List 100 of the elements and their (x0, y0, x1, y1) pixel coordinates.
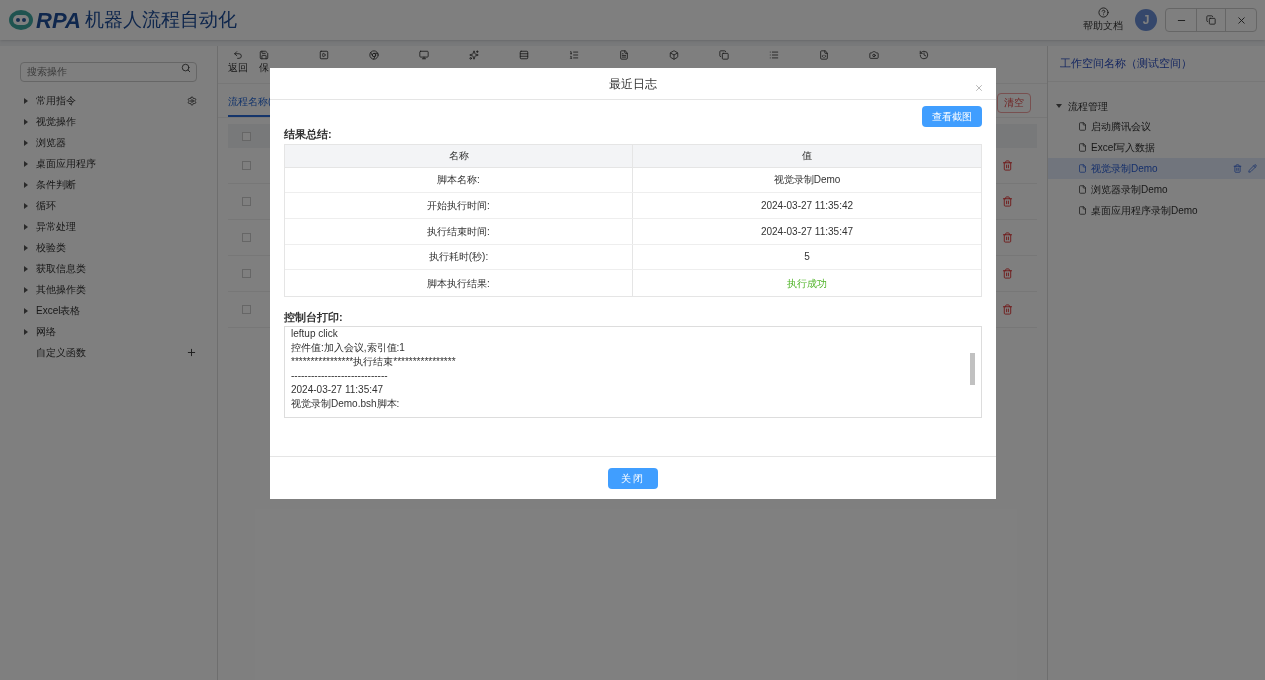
workspace-title: 工作空间名称（测试空间） (1060, 56, 1192, 72)
delete-icon[interactable] (1002, 160, 1013, 171)
file-icon (1078, 164, 1087, 173)
add-icon[interactable] (186, 347, 197, 358)
undo-icon (233, 50, 243, 60)
browser-icon[interactable] (369, 50, 379, 60)
table-cell-text: 2024-03-27 11:35:47 (759, 224, 855, 239)
caret-icon (24, 160, 28, 167)
category-item[interactable]: 浏览器 (36, 135, 66, 150)
checkbox[interactable] (242, 305, 251, 314)
scrollbar-thumb[interactable] (970, 353, 975, 386)
table-cell-text: 执行成功 (786, 276, 828, 291)
category-item[interactable]: 循环 (36, 198, 56, 213)
toolbar-button[interactable]: 返回 (226, 50, 250, 75)
console-output[interactable]: leftup click 控件值:加入会议,索引值:1 ****************执行结束**************** ----------------------------- 2024-03-27 11:35:47 视觉录制Demo.bsh脚本: (284, 326, 982, 419)
category-item[interactable]: 桌面应用程序 (36, 156, 96, 171)
console-line: 控件值:加入会议,索引值:1 (291, 341, 406, 356)
console-line: 视觉录制Demo.bsh脚本: (291, 397, 401, 412)
tree-item[interactable]: 桌面应用程序录制Demo (1048, 200, 1265, 221)
dialog-title: 最近日志 (609, 75, 657, 93)
clear-button[interactable]: 清空 (997, 92, 1031, 113)
table-cell: 脚本执行结果: (285, 270, 633, 296)
checkbox[interactable] (242, 131, 251, 141)
caret-icon (24, 286, 28, 293)
checkbox[interactable] (242, 197, 251, 206)
cube-icon[interactable] (669, 50, 679, 60)
camera-icon[interactable] (869, 50, 879, 60)
restore-icon (1206, 15, 1216, 25)
table-cell: 开始执行时间: (285, 193, 633, 218)
caret-icon[interactable] (1056, 103, 1062, 109)
delete-icon[interactable] (1233, 164, 1242, 173)
category-item[interactable]: 异常处理 (36, 219, 76, 234)
restore-button[interactable] (1196, 9, 1226, 31)
search-field[interactable]: 搜索操作 (20, 61, 197, 82)
delete-icon[interactable] (1002, 196, 1013, 207)
caret-icon (24, 202, 28, 209)
document-icon[interactable] (819, 50, 829, 60)
settings-icon[interactable] (187, 95, 197, 106)
category-item[interactable]: Excel表格 (36, 303, 81, 318)
column-header: 名称 (285, 144, 633, 167)
toolbar-button[interactable]: 保 (252, 50, 276, 75)
category-item[interactable]: 自定义函数 (36, 345, 86, 360)
sparkle-icon[interactable] (469, 50, 479, 60)
caret-icon (24, 118, 28, 125)
tree-item[interactable]: Excel写入数据 (1048, 137, 1265, 158)
category-item[interactable]: 视觉操作 (36, 114, 76, 129)
console-line: 2024-03-27 11:35:47 (291, 383, 385, 398)
column-header: 值 (801, 149, 813, 163)
rows-icon[interactable] (519, 50, 529, 60)
caret-icon (24, 244, 28, 251)
category-item[interactable]: 网络 (36, 324, 56, 339)
close-icon (1235, 14, 1247, 26)
tree-folder[interactable]: 流程管理 (1068, 98, 1108, 114)
checkbox[interactable] (242, 233, 251, 242)
console-line: ****************执行结束**************** (291, 355, 457, 370)
section-label: 结果总结: (284, 127, 333, 142)
category-item[interactable]: 其他操作类 (36, 282, 86, 297)
caret-icon (24, 97, 28, 104)
tree-item[interactable]: 浏览器录制Demo (1048, 179, 1265, 200)
history-icon[interactable] (919, 50, 929, 60)
file-icon (1078, 122, 1087, 131)
category-item[interactable]: 校验类 (36, 240, 66, 255)
list-icon[interactable] (569, 50, 579, 60)
table-cell-text: 2024-03-27 11:35:42 (759, 199, 855, 214)
checkbox[interactable] (242, 269, 251, 278)
copy-icon[interactable] (719, 50, 729, 60)
table-cell: 执行耗时(秒): (285, 244, 633, 270)
logo-text: RPA (36, 6, 81, 35)
help-icon (1097, 7, 1109, 18)
delete-icon[interactable] (1002, 232, 1013, 243)
caret-icon (24, 223, 28, 230)
checkbox[interactable] (242, 161, 251, 170)
caret-icon (24, 328, 28, 335)
file-icon (1078, 206, 1087, 215)
close-button[interactable]: 关闭 (608, 467, 658, 489)
close-icon[interactable] (974, 83, 984, 93)
view-screenshot-button[interactable]: 查看截图 (922, 106, 982, 127)
delete-icon[interactable] (1002, 304, 1013, 315)
play-icon[interactable] (319, 50, 329, 60)
file-icon[interactable] (619, 50, 629, 60)
console-line: ----------------------------- (291, 369, 389, 384)
robot-logo-icon (8, 9, 34, 31)
category-item[interactable]: 条件判断 (36, 177, 76, 192)
console-line: leftup click (291, 327, 339, 342)
avatar[interactable]: J (1135, 9, 1157, 31)
save-icon (259, 50, 269, 60)
file-icon (1078, 185, 1087, 194)
caret-icon (24, 139, 28, 146)
edit-icon[interactable] (1248, 164, 1257, 173)
tree-item[interactable]: 启动腾讯会议 (1048, 116, 1265, 137)
category-item[interactable]: 常用指令 (36, 93, 76, 108)
help-button[interactable]: 帮助文档 (1083, 7, 1123, 33)
monitor-icon[interactable] (419, 50, 429, 60)
caret-icon (24, 307, 28, 314)
category-item[interactable]: 获取信息类 (36, 261, 86, 276)
caret-icon (24, 265, 28, 272)
list-icon[interactable] (769, 50, 779, 60)
tree-item[interactable]: 视觉录制Demo (1048, 158, 1265, 179)
file-icon (1078, 143, 1087, 152)
delete-icon[interactable] (1002, 268, 1013, 279)
